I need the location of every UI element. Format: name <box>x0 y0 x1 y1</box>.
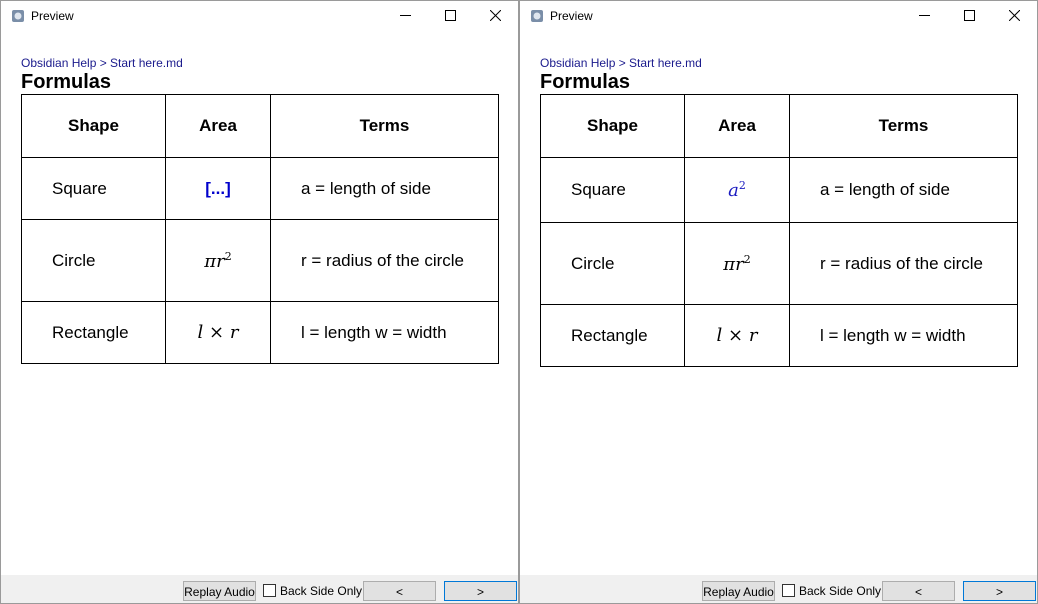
math-var-r: r <box>748 325 758 346</box>
app-icon <box>531 10 543 22</box>
app-icon <box>12 10 24 22</box>
math-var-l: l <box>716 325 723 346</box>
back-side-only-checkbox[interactable]: Back Side Only <box>263 584 362 598</box>
cell-area: πr2 <box>165 219 271 302</box>
math-var-l: l <box>197 322 204 343</box>
math-operator: × <box>209 322 225 343</box>
replay-audio-button[interactable]: Replay Audio <box>183 581 256 601</box>
cloze-placeholder[interactable]: [...] <box>205 179 231 198</box>
back-side-only-checkbox[interactable]: Back Side Only <box>782 584 881 598</box>
title-bar[interactable]: Preview <box>520 1 1037 31</box>
cell-terms: l = length w = width <box>270 301 499 364</box>
cell-terms: r = radius of the circle <box>270 219 499 302</box>
minimize-button[interactable] <box>383 1 428 31</box>
cell-shape: Circle <box>540 222 685 305</box>
cell-terms: a = length of side <box>789 157 1018 223</box>
column-header-area: Area <box>165 94 271 158</box>
cell-shape: Rectangle <box>21 301 166 364</box>
cell-area: πr2 <box>684 222 790 305</box>
previous-button[interactable]: < <box>882 581 955 601</box>
cell-area: [...] <box>165 157 271 220</box>
math-base: a <box>728 180 739 201</box>
minimize-icon <box>400 15 411 16</box>
close-icon <box>1009 10 1020 21</box>
next-button[interactable]: > <box>444 581 517 601</box>
maximize-button[interactable] <box>947 1 992 31</box>
cell-shape: Circle <box>21 219 166 302</box>
maximize-button[interactable] <box>428 1 473 31</box>
preview-window-right: Preview Obsidian Help > Start here.md Fo… <box>519 0 1038 604</box>
table-row: Square a2 a = length of side <box>540 157 1018 223</box>
replay-audio-button[interactable]: Replay Audio <box>702 581 775 601</box>
table-row: Circle πr2 r = radius of the circle <box>21 219 499 302</box>
checkbox-box[interactable] <box>263 584 276 597</box>
footer-bar: Replay Audio Back Side Only < > <box>1 575 518 603</box>
preview-window-left: Preview Obsidian Help > Start here.md Fo… <box>0 0 519 604</box>
math-formula: l × r <box>717 325 758 346</box>
checkbox-box[interactable] <box>782 584 795 597</box>
cell-terms: r = radius of the circle <box>789 222 1018 305</box>
column-header-shape: Shape <box>21 94 166 158</box>
table-row: Circle πr2 r = radius of the circle <box>540 222 1018 305</box>
math-formula: a2 <box>728 179 746 201</box>
checkbox-label: Back Side Only <box>280 584 363 598</box>
table-row: Square [...] a = length of side <box>21 157 499 220</box>
page-title: Formulas <box>540 71 631 93</box>
checkbox-label: Back Side Only <box>799 584 882 598</box>
math-exponent: 2 <box>738 179 746 192</box>
column-header-terms: Terms <box>270 94 499 158</box>
column-header-area: Area <box>684 94 790 158</box>
formulas-table: Shape Area Terms Square a2 a = length of… <box>540 94 1018 367</box>
close-icon <box>490 10 501 21</box>
minimize-icon <box>919 15 930 16</box>
cell-shape: Square <box>21 157 166 220</box>
math-base: πr <box>204 250 225 272</box>
cell-terms: a = length of side <box>270 157 499 220</box>
table-row: Rectangle l × r l = length w = width <box>540 304 1018 367</box>
column-header-shape: Shape <box>540 94 685 158</box>
math-formula: l × r <box>198 322 239 343</box>
title-bar[interactable]: Preview <box>1 1 518 31</box>
math-operator: × <box>728 325 744 346</box>
cell-shape: Rectangle <box>540 304 685 367</box>
math-base: πr <box>723 253 744 275</box>
window-title: Preview <box>31 9 74 23</box>
math-exponent: 2 <box>224 249 232 263</box>
math-formula: πr2 <box>723 252 751 275</box>
card-content: Obsidian Help > Start here.md Formulas S… <box>21 56 499 364</box>
breadcrumb[interactable]: Obsidian Help > Start here.md <box>21 56 499 70</box>
window-title: Preview <box>550 9 593 23</box>
table-row: Rectangle l × r l = length w = width <box>21 301 499 364</box>
table-header-row: Shape Area Terms <box>21 94 499 158</box>
cell-area: l × r <box>684 304 790 367</box>
math-var-r: r <box>229 322 239 343</box>
minimize-button[interactable] <box>902 1 947 31</box>
cell-area: a2 <box>684 157 790 223</box>
math-formula: πr2 <box>204 249 232 272</box>
table-header-row: Shape Area Terms <box>540 94 1018 158</box>
next-button[interactable]: > <box>963 581 1036 601</box>
close-button[interactable] <box>473 1 518 31</box>
formulas-table: Shape Area Terms Square [...] a = length… <box>21 94 499 364</box>
breadcrumb[interactable]: Obsidian Help > Start here.md <box>540 56 1018 70</box>
column-header-terms: Terms <box>789 94 1018 158</box>
cell-area: l × r <box>165 301 271 364</box>
cell-shape: Square <box>540 157 685 223</box>
previous-button[interactable]: < <box>363 581 436 601</box>
maximize-icon <box>445 10 456 21</box>
maximize-icon <box>964 10 975 21</box>
math-exponent: 2 <box>743 252 751 266</box>
footer-bar: Replay Audio Back Side Only < > <box>520 575 1037 603</box>
cell-terms: l = length w = width <box>789 304 1018 367</box>
close-button[interactable] <box>992 1 1037 31</box>
page-title: Formulas <box>21 71 112 93</box>
card-content: Obsidian Help > Start here.md Formulas S… <box>540 56 1018 367</box>
